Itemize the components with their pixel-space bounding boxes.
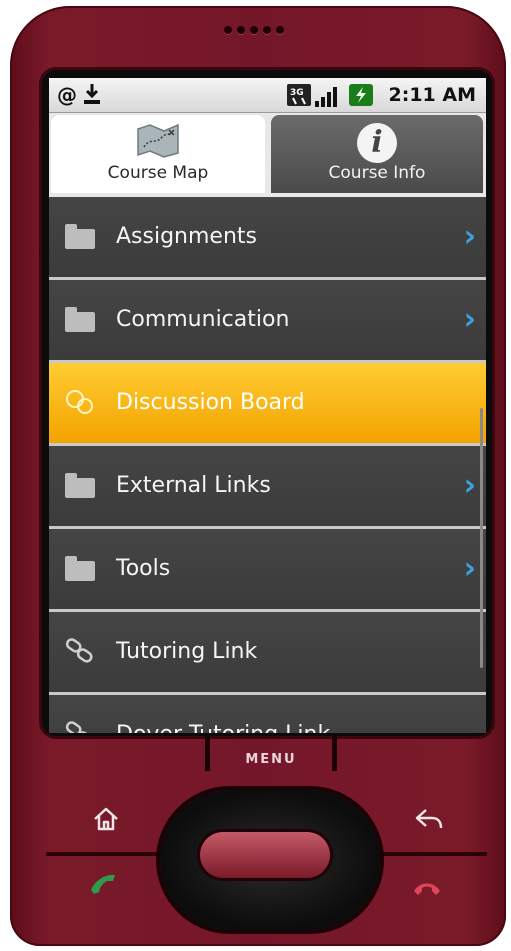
list-scrollbar[interactable] xyxy=(480,408,483,668)
at-sign-icon: @ xyxy=(57,83,77,107)
status-time: 2:11 AM xyxy=(388,84,477,106)
folder-icon xyxy=(65,555,95,581)
chevron-right-icon: › xyxy=(463,551,476,586)
signal-icon xyxy=(315,85,341,107)
list-item-label: External Links xyxy=(116,473,271,498)
end-call-icon xyxy=(412,876,442,906)
link-icon xyxy=(65,638,95,664)
discussion-icon xyxy=(65,389,95,415)
list-item-assignments[interactable]: Assignments › xyxy=(49,197,486,280)
trackball-center-button[interactable] xyxy=(200,832,330,878)
folder-icon xyxy=(65,223,95,249)
tab-course-map-label: Course Map xyxy=(107,163,209,183)
download-icon xyxy=(83,83,101,110)
battery-charging-icon xyxy=(349,84,373,111)
home-icon xyxy=(92,807,120,839)
list-item-communication[interactable]: Communication › xyxy=(49,280,486,363)
divider-line-left xyxy=(46,852,166,856)
list-item-discussion-board[interactable]: Discussion Board xyxy=(49,363,486,446)
tab-bar: Course Map i Course Info xyxy=(49,113,486,197)
network-3g-icon: 3G xyxy=(287,84,311,111)
list-item-tutoring-link[interactable]: Tutoring Link xyxy=(49,612,486,695)
list-item-external-links[interactable]: External Links › xyxy=(49,446,486,529)
tab-course-info[interactable]: i Course Info xyxy=(271,115,483,193)
phone-call-icon xyxy=(88,873,118,903)
list-item-label: Assignments xyxy=(116,224,257,249)
list-item-tools[interactable]: Tools › xyxy=(49,529,486,612)
call-button[interactable] xyxy=(88,872,118,903)
folder-icon xyxy=(65,306,95,332)
menu-button[interactable]: MENU xyxy=(205,735,337,771)
back-button[interactable] xyxy=(414,806,444,839)
tab-course-map[interactable]: Course Map xyxy=(51,115,265,193)
course-map-list: Assignments › Communication › Discussion… xyxy=(49,197,486,733)
folder-icon xyxy=(65,472,95,498)
end-call-button[interactable] xyxy=(412,876,442,906)
list-item-label: Discussion Board xyxy=(116,390,305,415)
device-screen: @ 3G 2:11 AM Course Map i Course Info As… xyxy=(49,78,486,733)
course-map-icon xyxy=(136,123,180,164)
list-item-dover-tutoring-link[interactable]: Dover Tutoring Link xyxy=(49,695,486,733)
status-bar: @ 3G 2:11 AM xyxy=(49,78,486,113)
chevron-right-icon: › xyxy=(463,302,476,337)
list-item-label: Dover Tutoring Link xyxy=(116,721,330,733)
earpiece-speaker xyxy=(224,26,304,40)
tab-course-info-label: Course Info xyxy=(328,163,426,183)
link-icon xyxy=(65,721,95,733)
chevron-right-icon: › xyxy=(463,219,476,254)
info-icon: i xyxy=(357,123,397,163)
list-item-label: Tools xyxy=(116,556,171,581)
network-label: 3G xyxy=(290,88,304,98)
list-item-label: Communication xyxy=(116,307,290,332)
chevron-right-icon: › xyxy=(463,468,476,503)
divider-line-right xyxy=(367,852,487,856)
back-icon xyxy=(414,809,444,839)
list-item-label: Tutoring Link xyxy=(116,639,258,664)
home-button[interactable] xyxy=(92,806,120,839)
